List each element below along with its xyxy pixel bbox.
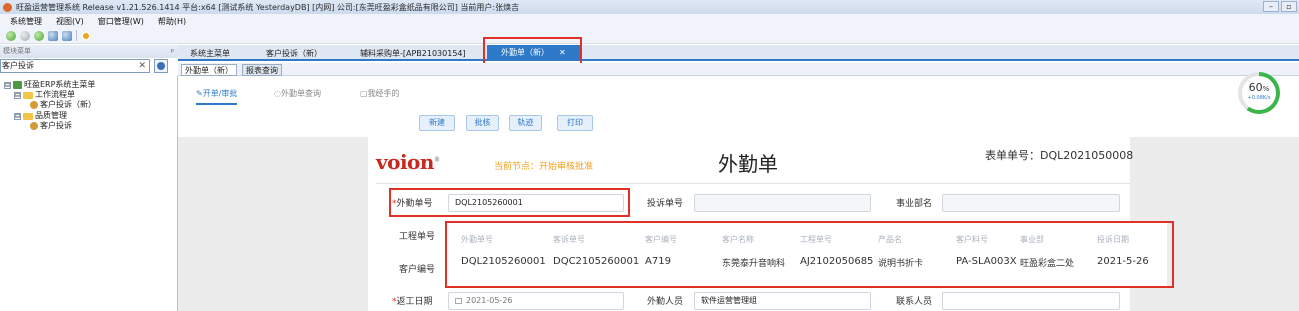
nav-mine[interactable]: ▢我经手的 xyxy=(360,88,400,99)
current-node: 当前节点：开始审核批准 xyxy=(494,162,594,172)
tree-node-root[interactable]: ⊟ 旺盈ERP系统主菜单 xyxy=(4,80,95,90)
gear-icon[interactable] xyxy=(81,30,91,41)
tab-purchase-order[interactable]: 辅料采购单-[APB21030154] xyxy=(360,47,466,61)
forward-icon[interactable] xyxy=(34,30,44,41)
pin-icon[interactable]: ᵖ xyxy=(171,45,174,58)
folder-icon xyxy=(23,112,33,120)
window-title: 旺盈运营管理系统 Release v1.21.526.1414 平台:x64 [… xyxy=(16,2,520,12)
tab-main-menu[interactable]: 系统主菜单 xyxy=(190,47,230,61)
contact-field[interactable] xyxy=(942,292,1120,310)
complaint-no-field[interactable] xyxy=(694,194,871,212)
subtab-report[interactable]: 报表查询 xyxy=(242,64,282,76)
module-menu-header: 模块菜单 ᵖ xyxy=(0,45,178,58)
staff-field[interactable]: 软件运营管理组 xyxy=(694,292,871,310)
highlight-box-waiqin xyxy=(389,188,630,217)
menu-help[interactable]: 帮助(H) xyxy=(158,16,186,27)
user-search-icon xyxy=(157,62,165,70)
menu-view[interactable]: 视图(V) xyxy=(56,16,84,27)
complaint-no-label: 投诉单号 xyxy=(647,199,684,209)
subtab-waiqin[interactable]: 外勤单（新） xyxy=(181,64,237,76)
form-title: 外勤单 xyxy=(718,152,778,176)
tab-complaint-new[interactable]: 客户投诉（新） xyxy=(266,47,322,61)
return-date-label: *返工日期 xyxy=(392,297,433,307)
menu-search-value: 客户投诉 xyxy=(2,61,34,70)
form-icon xyxy=(30,122,38,130)
nav-label: 外勤单查询 xyxy=(280,89,321,98)
tree-label: 客户投诉（新） xyxy=(40,100,96,109)
network-speed-gauge: 60% +0.08K/s xyxy=(1238,72,1280,114)
tree-node-complaint-new[interactable]: 客户投诉（新） xyxy=(30,100,96,110)
dept-label: 事业部名 xyxy=(896,199,933,209)
form-icon xyxy=(30,101,38,109)
minimize-button[interactable]: – xyxy=(1263,1,1279,12)
print-button[interactable]: 打印 xyxy=(557,115,593,131)
dept-field[interactable] xyxy=(942,194,1120,212)
menu-search: 客户投诉 ✕ xyxy=(0,59,178,74)
back-icon[interactable] xyxy=(20,30,30,41)
trace-button[interactable]: 轨迹 xyxy=(509,115,542,131)
gauge-percent: 60% xyxy=(1248,81,1270,94)
tree-node-workflow[interactable]: ⊟ 工作流程单 xyxy=(14,90,75,100)
new-button[interactable]: 新建 xyxy=(419,115,455,131)
toolbar-divider xyxy=(76,30,77,41)
menu-bar: 系统管理 视图(V) 窗口管理(W) 帮助(H) xyxy=(0,14,1299,28)
menu-tree: ⊟ 旺盈ERP系统主菜单 ⊟ 工作流程单 客户投诉（新） ⊟ 品质管理 客户投诉 xyxy=(0,76,178,311)
staff-label: 外勤人员 xyxy=(647,297,684,307)
form-number: 表单单号：DQL2021050008 xyxy=(985,149,1134,162)
waiqin-form: voion® 当前节点：开始审核批准 外勤单 表单单号：DQL202105000… xyxy=(368,137,1174,311)
approve-button[interactable]: 批核 xyxy=(466,115,499,131)
menu-search-input[interactable]: 客户投诉 ✕ xyxy=(0,59,150,73)
toolbar xyxy=(0,28,1299,44)
collapse-icon[interactable]: ⊟ xyxy=(4,81,11,89)
tree-label: 客户投诉 xyxy=(40,121,72,130)
tree-label: 旺盈ERP系统主菜单 xyxy=(24,80,96,89)
root-menu-icon xyxy=(13,81,22,89)
module-menu-title: 模块菜单 xyxy=(3,47,31,55)
gauge-rate: +0.08K/s xyxy=(1247,95,1271,101)
nav-query[interactable]: ◌外勤单查询 xyxy=(274,88,321,99)
action-bar: 新建 批核 轨迹 打印 xyxy=(178,109,1299,137)
collapse-icon[interactable]: ⊟ xyxy=(14,112,21,120)
project-no-label: 工程单号 xyxy=(399,232,436,242)
contact-label: 联系人员 xyxy=(896,297,933,307)
search-button[interactable] xyxy=(154,59,168,73)
home-icon[interactable] xyxy=(6,30,16,41)
customer-no-label: 客户编号 xyxy=(399,265,436,275)
menu-window[interactable]: 窗口管理(W) xyxy=(98,16,144,27)
tree-label: 品质管理 xyxy=(35,111,67,120)
collapse-icon[interactable]: ⊟ xyxy=(14,91,21,99)
clear-icon[interactable]: ✕ xyxy=(138,60,146,72)
voion-logo: voion® xyxy=(376,150,440,174)
form-divider xyxy=(376,183,1130,184)
restore-button[interactable]: ▫ xyxy=(1281,1,1297,12)
highlight-box-lookup xyxy=(445,221,1174,288)
print-icon[interactable] xyxy=(62,30,72,41)
folder-icon xyxy=(23,91,33,99)
search-icon[interactable] xyxy=(48,30,58,41)
menu-system[interactable]: 系统管理 xyxy=(10,16,42,27)
sub-tabs: 外勤单（新） 报表查询 xyxy=(178,63,1299,76)
tree-node-complaint[interactable]: 客户投诉 xyxy=(30,121,72,131)
return-date-field[interactable]: 2021-05-26 xyxy=(448,292,624,310)
function-nav: ✎开单/审批 ◌外勤单查询 ▢我经手的 xyxy=(178,77,1299,109)
nav-label: 开单/审批 xyxy=(202,89,238,98)
document-tabs: 系统主菜单 客户投诉（新） 辅料采购单-[APB21030154] 外勤单（新）… xyxy=(178,45,1299,61)
window-title-bar: 旺盈运营管理系统 Release v1.21.526.1414 平台:x64 [… xyxy=(0,0,1299,14)
nav-label: 我经手的 xyxy=(367,89,400,98)
nav-open-approve[interactable]: ✎开单/审批 xyxy=(196,88,238,105)
tree-label: 工作流程单 xyxy=(35,90,75,99)
calendar-icon xyxy=(455,297,462,304)
tree-node-quality[interactable]: ⊟ 品质管理 xyxy=(14,111,67,121)
app-logo-icon xyxy=(3,2,12,12)
